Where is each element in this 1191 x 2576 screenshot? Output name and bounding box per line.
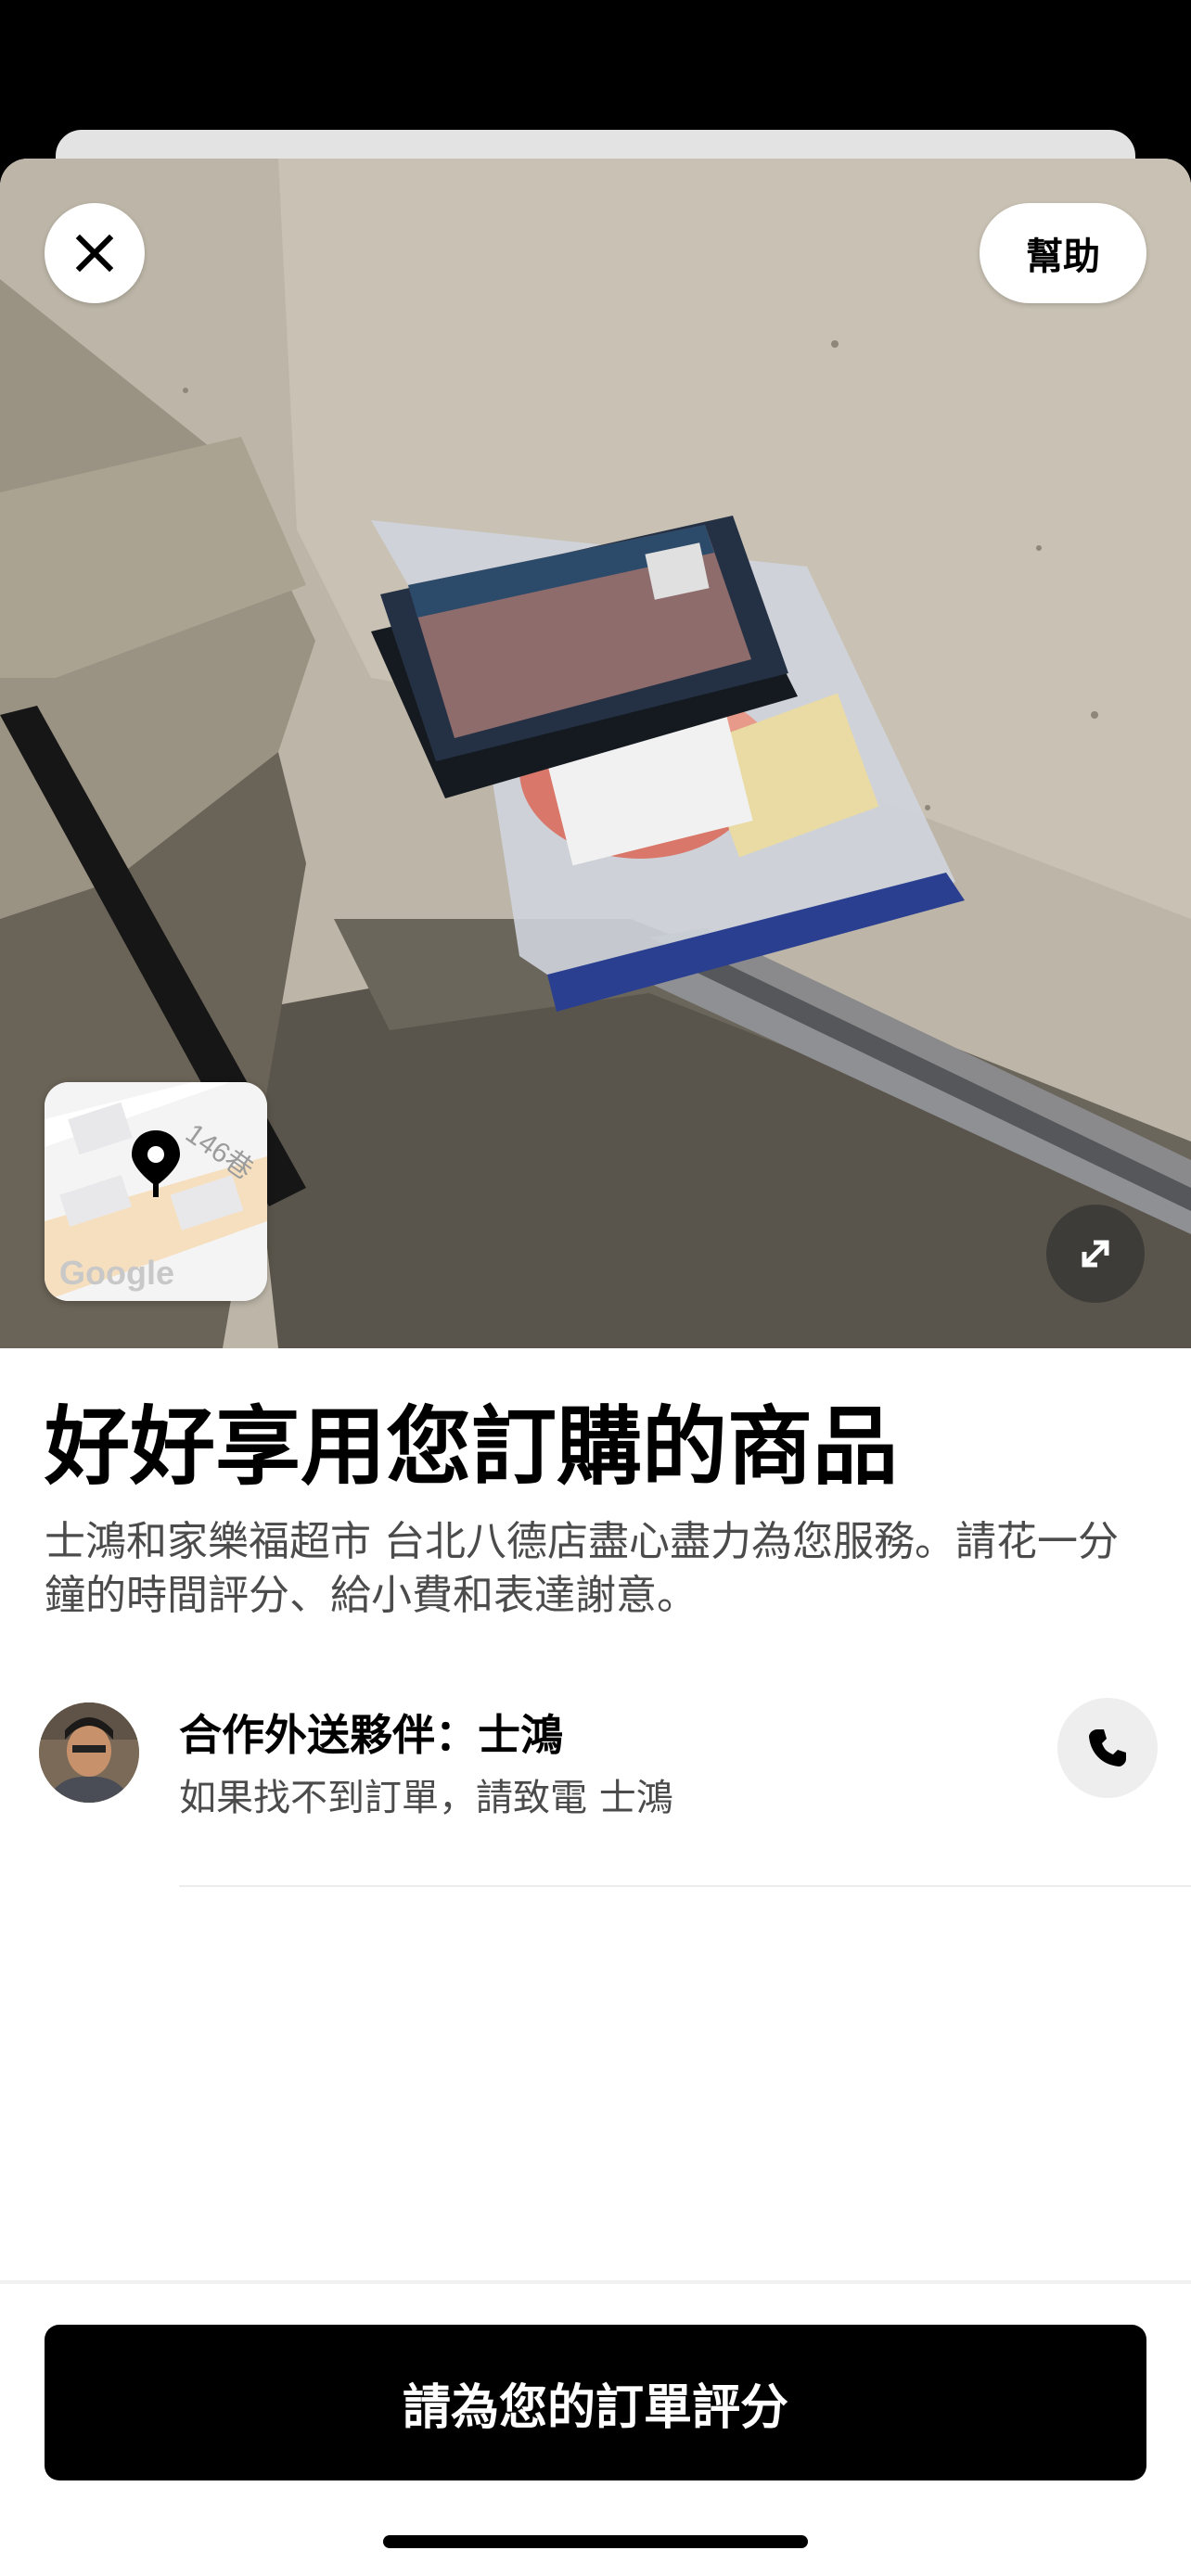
map-watermark: Google (59, 1254, 174, 1292)
courier-avatar-image (39, 1702, 139, 1803)
courier-row-divider (179, 1885, 1191, 1887)
thank-you-description: 士鴻和家樂福超市 台北八德店盡心盡力為您服務。請花一分鐘的時間評分、給小費和表達… (45, 1518, 1119, 1619)
delivery-complete-sheet: 幫助 146巷 Google 好好享用您訂購的商品 士鴻和家樂福超市 台北八德店… (0, 159, 1191, 2576)
help-button-label: 幫助 (1026, 236, 1100, 278)
map-pin-icon (132, 1130, 180, 1197)
help-button[interactable]: 幫助 (980, 203, 1146, 303)
expand-icon (1082, 1240, 1109, 1268)
phone-icon (1089, 1729, 1126, 1766)
close-icon (75, 234, 114, 273)
rate-order-button[interactable]: 請為您的訂單評分 (45, 2325, 1146, 2480)
footer-divider (0, 2280, 1191, 2284)
courier-name: 合作外送夥伴：士鴻 (179, 1710, 563, 1760)
courier-avatar (39, 1702, 139, 1803)
courier-contact-hint: 如果找不到訂單，請致電 士鴻 (179, 1777, 673, 1819)
map-thumbnail[interactable]: 146巷 Google (45, 1082, 267, 1301)
call-courier-button[interactable] (1057, 1698, 1158, 1798)
courier-row: 合作外送夥伴：士鴻 如果找不到訂單，請致電 士鴻 (0, 1698, 1191, 1883)
close-button[interactable] (45, 203, 145, 303)
home-indicator (383, 2535, 808, 2548)
page-title: 好好享用您訂購的商品 (45, 1397, 899, 1497)
expand-photo-button[interactable] (1046, 1205, 1145, 1303)
delivery-photo[interactable]: 幫助 146巷 Google (0, 159, 1191, 1348)
